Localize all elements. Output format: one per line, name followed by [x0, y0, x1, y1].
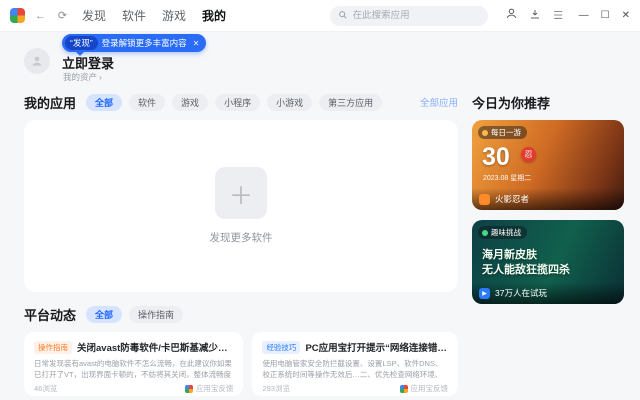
news-body: 日常发现装有avast的电脑软件不怎么流畅，在此建议你如果已打开了VT，出现界面…	[34, 359, 232, 380]
topbar: ← ⟳ 发现 软件 游戏 我的 ☰ — ☐ ✕	[0, 0, 640, 32]
close-button[interactable]: ✕	[622, 10, 630, 21]
minimize-button[interactable]: —	[579, 10, 589, 21]
window-controls: — ☐ ✕	[579, 10, 630, 21]
tooltip-text: 登录解锁更多丰富内容	[101, 38, 187, 48]
back-icon[interactable]: ←	[34, 10, 47, 22]
challenge-line2: 无人能敌狂揽四杀	[482, 264, 570, 277]
nav-tab-discover[interactable]: 发现	[82, 7, 106, 24]
refresh-icon[interactable]: ⟳	[56, 9, 69, 22]
menu-icon[interactable]: ☰	[552, 9, 565, 22]
filter-software[interactable]: 软件	[129, 93, 166, 111]
players-count: 37万人在试玩	[495, 288, 547, 298]
topbar-actions: ☰	[505, 7, 565, 25]
add-software-button[interactable]: ＋	[215, 167, 267, 219]
search-icon	[338, 7, 348, 25]
tooltip-tag: “发现”	[65, 36, 98, 50]
daily-game-badge: 每日一游	[478, 126, 527, 139]
login-button[interactable]: 立即登录	[62, 53, 114, 72]
filter-games[interactable]: 游戏	[172, 93, 209, 111]
recommend-title: 今日为你推荐	[472, 95, 551, 111]
calendar-date: 2023.08 星期二	[483, 175, 532, 182]
news-title: PC应用宝打开提示“网络连接错误”	[305, 343, 448, 354]
nav-tab-mine[interactable]: 我的	[202, 7, 226, 24]
news-tag: 经验技巧	[262, 340, 301, 354]
nav-tab-software[interactable]: 软件	[122, 7, 146, 24]
login-area: “发现” 登录解锁更多丰富内容 ✕ 立即登录 我的资产 ›	[24, 34, 624, 86]
game-icon	[479, 193, 490, 205]
profile-icon[interactable]	[505, 7, 518, 25]
app-logo-icon	[399, 384, 408, 393]
badge-dot-icon	[482, 129, 488, 136]
my-apps-header: 我的应用 全部 软件 游戏 小程序 小游戏 第三方应用 全部应用	[24, 92, 458, 112]
my-assets-link[interactable]: 我的资产 ›	[63, 71, 102, 83]
news-source-label: 应用宝反馈	[410, 384, 449, 393]
search-bar[interactable]	[329, 5, 488, 26]
all-apps-link[interactable]: 全部应用	[420, 95, 458, 109]
my-apps-title: 我的应用	[24, 95, 77, 111]
news-body: 使用电脑管家安全防拦截设置、设置LSP、软件DNS、校正系统时间等操作无效后…二…	[262, 359, 443, 380]
news-tag: 操作指南	[34, 340, 72, 354]
my-assets-label: 我的资产	[63, 72, 98, 82]
badge-dot-icon	[482, 229, 488, 236]
avatar[interactable]	[24, 48, 50, 74]
news-source: 应用宝反馈	[399, 383, 449, 394]
calendar-day: 30	[482, 143, 510, 171]
chevron-right-icon: ›	[99, 72, 102, 82]
feed-header: 平台动态 全部 操作指南	[24, 304, 458, 324]
news-views: 293浏览	[262, 384, 290, 393]
play-icon: ▶	[479, 287, 490, 299]
download-icon[interactable]	[529, 7, 541, 25]
feed-section: 平台动态 全部 操作指南 操作指南 关闭avast防毒软件/卡巴斯基减少卡顿现象…	[24, 304, 458, 400]
feed-filter-guides[interactable]: 操作指南	[129, 305, 184, 323]
filter-thirdparty[interactable]: 第三方应用	[319, 93, 383, 111]
challenge-card[interactable]: 趣味挑战 海月新皮肤 无人能敌狂揽四杀 ▶ 37万人在试玩	[472, 220, 624, 304]
recommend-header: 今日为你推荐	[472, 92, 624, 112]
daily-game-card[interactable]: 每日一游 30 忍 2023.08 星期二 火影忍者	[472, 120, 624, 210]
main-nav: 发现 软件 游戏 我的	[82, 7, 226, 24]
search-input[interactable]	[352, 10, 480, 21]
login-tooltip: “发现” 登录解锁更多丰富内容 ✕	[62, 34, 207, 56]
feed-filter-all[interactable]: 全部	[86, 305, 123, 323]
news-source-label: 应用宝反馈	[195, 384, 234, 393]
challenge-line1: 海月新皮肤	[482, 249, 537, 261]
feed-grid: 操作指南 关闭avast防毒软件/卡巴斯基减少卡顿现象 日常发现装有avast的…	[24, 332, 458, 400]
app-logo-icon	[10, 8, 25, 23]
empty-apps-card: ＋ 发现更多软件	[24, 120, 458, 292]
filter-minigames[interactable]: 小游戏	[267, 93, 313, 111]
discover-more-label: 发现更多软件	[209, 232, 273, 244]
news-card[interactable]: 操作指南 关闭avast防毒软件/卡巴斯基减少卡顿现象 日常发现装有avast的…	[24, 332, 244, 396]
maximize-button[interactable]: ☐	[601, 10, 610, 21]
news-source: 应用宝反馈	[184, 383, 234, 394]
nav-tab-games[interactable]: 游戏	[162, 7, 186, 24]
app-logo-icon	[184, 384, 193, 393]
feed-title: 平台动态	[24, 307, 77, 323]
plus-icon: ＋	[229, 182, 253, 210]
badge-label: 趣味挑战	[491, 228, 521, 237]
news-card[interactable]: 经验技巧 PC应用宝打开提示“网络连接错误” 使用电脑管家安全防拦截设置、设置L…	[252, 332, 458, 396]
challenge-badge: 趣味挑战	[478, 226, 527, 239]
filter-miniapps[interactable]: 小程序	[215, 93, 261, 111]
close-icon[interactable]: ✕	[193, 39, 200, 48]
badge-label: 每日一游	[491, 128, 521, 137]
challenge-text: 海月新皮肤 无人能敌狂揽四杀	[482, 248, 570, 279]
news-title: 关闭avast防毒软件/卡巴斯基减少卡顿现象	[77, 343, 233, 354]
news-views: 46浏览	[34, 384, 58, 393]
game-name: 火影忍者	[495, 194, 530, 204]
filter-all[interactable]: 全部	[86, 93, 123, 111]
game-emblem-icon: 忍	[521, 147, 536, 162]
